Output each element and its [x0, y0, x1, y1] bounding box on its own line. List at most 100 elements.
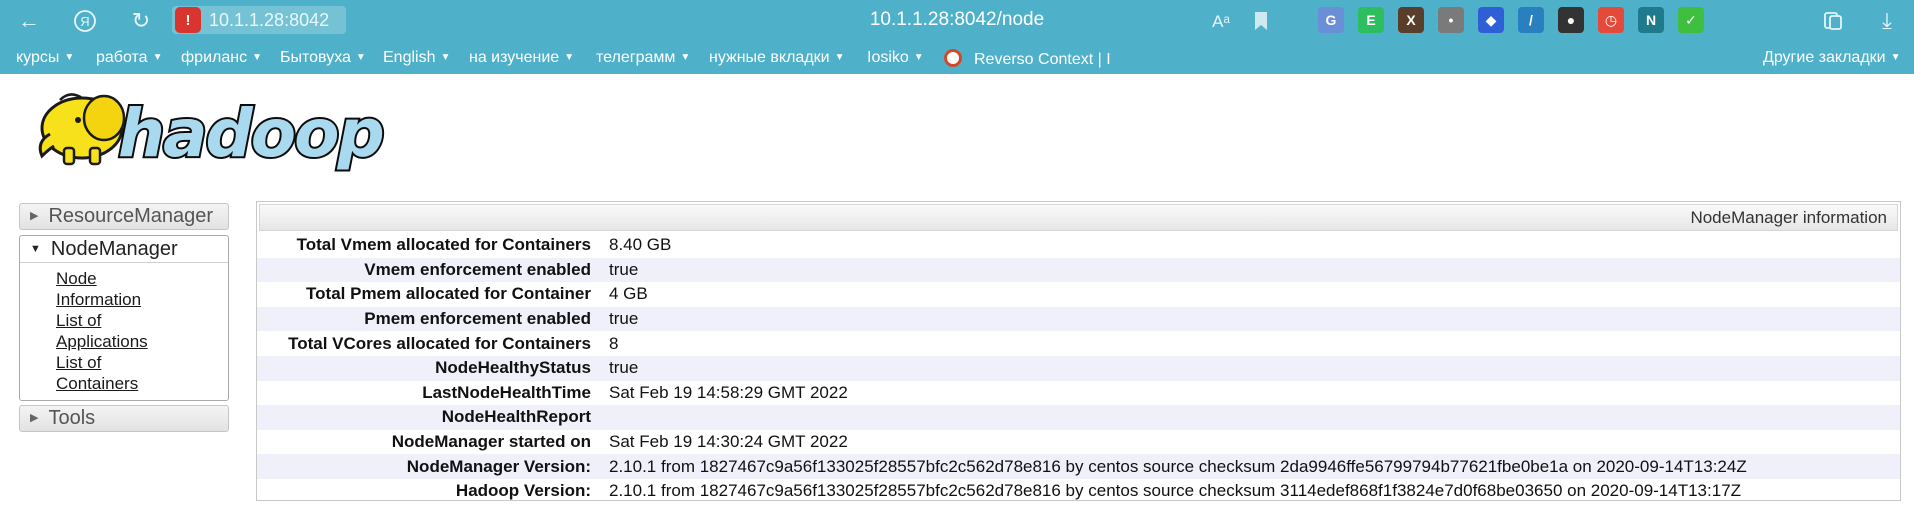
bookmark-label: курсы [16, 49, 60, 66]
nodemanager-info-panel: NodeManager information Total Vmem alloc… [256, 201, 1901, 501]
caret-down-icon: ▼ [1890, 52, 1901, 63]
clock-icon[interactable]: ◷ [1598, 7, 1624, 33]
info-value: Sat Feb 19 14:30:24 GMT 2022 [609, 432, 848, 452]
reload-icon[interactable]: ↻ [126, 6, 156, 36]
shield-check-icon[interactable]: ✓ [1678, 7, 1704, 33]
bookmark-telegramm[interactable]: телеграмм ▼ [596, 49, 690, 67]
caret-down-icon: ▼ [30, 243, 41, 255]
nav-nodemanager[interactable]: ▼ NodeManager [20, 236, 228, 263]
info-key: NodeManager Version: [257, 454, 609, 479]
bookmark-label: Iosiko [867, 49, 909, 66]
collections-icon[interactable] [1818, 6, 1848, 36]
address-chip-text: 10.1.1.28:8042 [209, 9, 330, 30]
bookmark-rabota[interactable]: работа ▼ [96, 49, 162, 67]
download-icon[interactable]: ⤓ [1872, 6, 1902, 36]
back-arrow-icon[interactable]: ← [14, 6, 44, 36]
bookmark-iosiko[interactable]: Iosiko ▼ [867, 49, 924, 67]
table-row: NodeHealthReport [257, 405, 1900, 430]
info-key: Total Vmem allocated for Containers [296, 235, 591, 255]
tampermonkey-icon[interactable]: X [1398, 7, 1424, 33]
translate-icon[interactable]: G [1318, 7, 1344, 33]
hadoop-wordmark: hadoop [118, 95, 383, 172]
nav-nodemanager-panel: ▼ NodeManager Node Information List of Ap… [19, 235, 229, 401]
caret-right-icon: ▶ [30, 210, 39, 222]
info-value: true [609, 257, 1900, 283]
ghost-icon[interactable]: • [1438, 7, 1464, 33]
info-value [609, 405, 1900, 430]
info-key: Vmem enforcement enabled [257, 257, 609, 283]
info-key: LastNodeHealthTime [422, 382, 591, 402]
bookmark-other[interactable]: Другие закладки ▼ [1763, 49, 1901, 67]
info-key: Pmem enforcement enabled [257, 306, 609, 332]
caret-down-icon: ▼ [64, 52, 75, 63]
table-row: Hadoop Version: 2.10.1 from 1827467c9a56f… [257, 479, 1900, 504]
table-row: NodeHealthyStatus true [257, 355, 1900, 381]
table-row: Total Pmem allocated for Container 4 GB [257, 282, 1900, 307]
table-row: NodeManager started on Sat Feb 19 14:30:2… [257, 430, 1900, 455]
warning-icon: ! [175, 7, 201, 33]
bookmark-label: на изучение [469, 49, 560, 66]
bookmark-kursy[interactable]: курсы ▼ [16, 49, 74, 67]
bookmark-label: нужные вкладки [709, 49, 830, 66]
bookmark-label: фриланс [181, 49, 248, 66]
caret-down-icon: ▼ [152, 52, 163, 63]
bookmark-label: работа [96, 49, 148, 66]
table-row: Pmem enforcement enabled true [257, 306, 1900, 332]
extensions-bar: G E X • ◆ / ● ◷ N ✓ [1318, 7, 1718, 33]
bookmark-label: Reverso Context | I [974, 51, 1111, 68]
info-panel-title: NodeManager information [259, 204, 1898, 231]
yandex-icon[interactable]: Я [70, 6, 100, 36]
nav-nodemanager-links: Node Information List of Applications Li… [20, 263, 228, 400]
link-list-of-containers[interactable]: List of Containers [56, 352, 176, 394]
table-row: NodeManager Version: 2.10.1 from 1827467c… [257, 454, 1900, 479]
bookmark-reverso[interactable]: Reverso Context | I [944, 49, 1111, 69]
caret-down-icon: ▼ [252, 52, 262, 63]
nav-tools[interactable]: ▶ Tools [19, 405, 229, 432]
info-value: 4 GB [609, 284, 648, 304]
nav-tools-label: Tools [48, 407, 96, 429]
info-key: NodeHealthReport [257, 405, 609, 430]
bookmark-label: телеграмм [596, 49, 676, 66]
translate-page-icon[interactable]: Aᵃ [1206, 6, 1236, 36]
address-chip[interactable]: ! 10.1.1.28:8042 [172, 6, 346, 34]
info-key: NodeManager started on [391, 432, 591, 452]
pen-icon[interactable]: / [1518, 7, 1544, 33]
caret-down-icon: ▼ [355, 52, 366, 63]
svg-text:Я: Я [80, 14, 89, 29]
nav-resourcemanager[interactable]: ▶ ResourceManager [19, 203, 229, 230]
bookmark-english[interactable]: English ▼ [383, 49, 450, 67]
info-key: Total Pmem allocated for Container [306, 284, 591, 304]
info-key: Hadoop Version: [455, 481, 591, 501]
evernote-icon[interactable]: E [1358, 7, 1384, 33]
notion-icon[interactable]: N [1638, 7, 1664, 33]
link-list-of-applications[interactable]: List of Applications [56, 310, 176, 352]
bookmark-nuzhnye-vkladki[interactable]: нужные вкладки ▼ [709, 49, 845, 67]
info-value: true [609, 306, 1900, 332]
info-value: 8.40 GB [609, 235, 672, 255]
sidebar-nav: ▶ ResourceManager ▼ NodeManager Node Infor… [19, 203, 229, 432]
bookmark-label: Бытовуха [280, 49, 351, 66]
reverso-icon [944, 49, 962, 67]
info-value: true [609, 355, 1900, 381]
balls-icon[interactable]: ● [1558, 7, 1584, 33]
link-node-information[interactable]: Node Information [56, 268, 176, 310]
table-row: LastNodeHealthTime Sat Feb 19 14:58:29 GM… [257, 381, 1900, 406]
info-value: Sat Feb 19 14:58:29 GMT 2022 [609, 382, 848, 402]
caret-down-icon: ▼ [440, 52, 451, 63]
nav-nodemanager-label: NodeManager [50, 238, 178, 260]
bookmark-bytovukha[interactable]: Бытовуха ▼ [280, 49, 366, 67]
bookmark-flag-icon[interactable] [1246, 6, 1276, 36]
info-key: NodeHealthyStatus [257, 355, 609, 381]
caret-down-icon: ▼ [913, 52, 924, 63]
info-value: 2.10.1 from 1827467c9a56f133025f28557bfc… [609, 481, 1742, 501]
table-row: Vmem enforcement enabled true [257, 257, 1900, 283]
cube-icon[interactable]: ◆ [1478, 7, 1504, 33]
bookmark-frilans[interactable]: фриланс ▼ [181, 49, 262, 67]
info-table: Total Vmem allocated for Containers 8.40 … [257, 233, 1900, 504]
caret-down-icon: ▼ [680, 52, 691, 63]
bookmark-na-izuchenie[interactable]: на изучение ▼ [469, 49, 574, 67]
bookmark-label: Другие закладки [1763, 49, 1886, 66]
hadoop-logo: hadoop [20, 84, 400, 174]
bookmark-label: English [383, 49, 436, 66]
info-key: Total VCores allocated for Containers [288, 333, 591, 353]
